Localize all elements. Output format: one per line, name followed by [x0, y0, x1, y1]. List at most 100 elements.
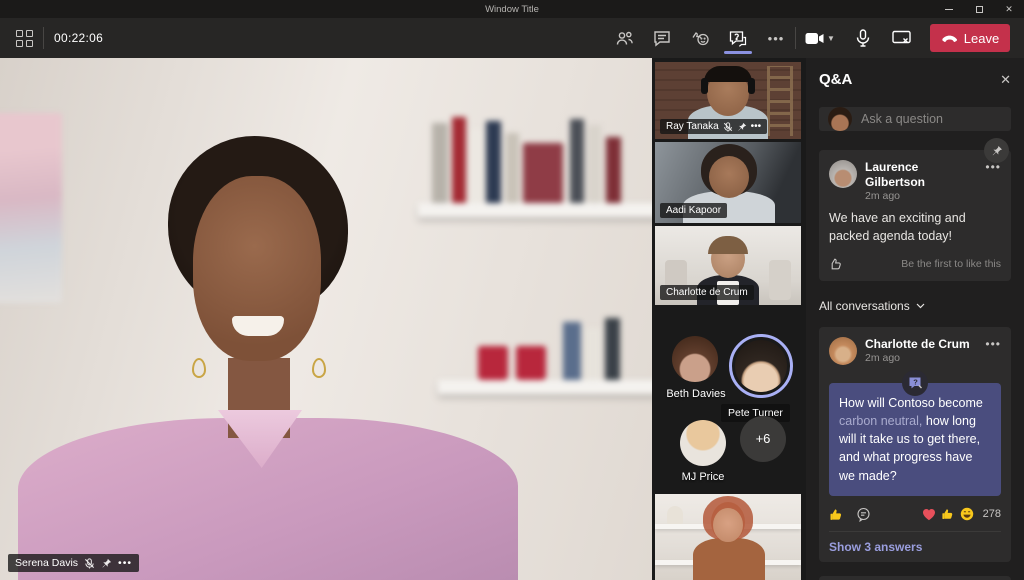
- reaction-summary[interactable]: 278: [922, 507, 1001, 521]
- question-text-box: ? How will Contoso become carbon neutral…: [829, 383, 1001, 496]
- reactions-button[interactable]: [681, 21, 719, 55]
- participant-name: Ray Tanaka: [666, 121, 719, 132]
- like-button[interactable]: [829, 257, 843, 271]
- comment-icon: [856, 507, 871, 522]
- avatar: [829, 337, 857, 365]
- avatar[interactable]: [672, 336, 718, 382]
- question-text-highlight: carbon neutral,: [839, 414, 922, 428]
- close-icon: ✕: [1005, 4, 1013, 15]
- reaction-count: 278: [983, 508, 1001, 520]
- participant-name: Beth Davies: [657, 388, 735, 400]
- like-button[interactable]: [829, 507, 844, 522]
- participants-icon: [615, 30, 634, 47]
- laugh-icon: [960, 507, 974, 521]
- camera-button[interactable]: ▼: [796, 21, 844, 55]
- avatar: [828, 107, 852, 131]
- close-panel-button[interactable]: ✕: [1000, 72, 1011, 88]
- comment-button[interactable]: [856, 507, 871, 522]
- toolbar-right: ••• ▼: [605, 21, 1016, 55]
- participant-filmstrip: Ray Tanaka ••• Aadi Kapoor: [655, 58, 801, 580]
- conversations-filter[interactable]: All conversations: [819, 299, 1011, 313]
- qna-button[interactable]: [719, 21, 757, 55]
- close-button[interactable]: ✕: [994, 0, 1024, 18]
- qna-icon: [728, 30, 748, 47]
- pin-icon: [991, 145, 1003, 157]
- maximize-button[interactable]: [964, 0, 994, 18]
- avatar-speaking[interactable]: [729, 334, 793, 398]
- tile-label-aadi: Aadi Kapoor: [660, 203, 727, 218]
- more-icon[interactable]: •••: [751, 121, 762, 132]
- thumbs-up-icon: [829, 507, 844, 522]
- more-options-button[interactable]: •••: [757, 21, 795, 55]
- tile-label-ray: Ray Tanaka •••: [660, 119, 767, 134]
- heart-icon: [922, 508, 936, 521]
- title-bar: Window Title ✕: [0, 0, 1024, 18]
- meeting-stage: Serena Davis ••• Ray Tanaka: [0, 58, 1024, 580]
- minimize-button[interactable]: [934, 0, 964, 18]
- question-badge: ?: [902, 370, 928, 396]
- qna-header: Q&A ✕: [819, 71, 1011, 88]
- pin-icon: [737, 122, 747, 132]
- mic-icon: [856, 29, 870, 47]
- question-bubble-icon: ?: [908, 376, 923, 390]
- post-author: Charlotte de Crum: [865, 337, 970, 352]
- video-tile-bottom[interactable]: [655, 494, 801, 580]
- chat-icon: [653, 30, 671, 47]
- reactions-icon: [690, 30, 711, 47]
- like-hint-text: Be the first to like this: [901, 258, 1001, 270]
- share-screen-button[interactable]: [882, 21, 920, 55]
- main-speaker-label: Serena Davis •••: [8, 554, 139, 572]
- pinned-post-card: Laurence Gilbertson 2m ago ••• We have a…: [819, 150, 1011, 281]
- divider: [829, 531, 1001, 532]
- qna-panel: Q&A ✕ Laurence Gilbertson 2m: [806, 58, 1024, 580]
- pin-icon: [101, 558, 112, 569]
- overflow-participants-badge[interactable]: +6: [740, 416, 786, 462]
- close-icon: ✕: [1000, 72, 1011, 87]
- leave-button[interactable]: Leave: [930, 24, 1010, 52]
- question-post-card: Charlotte de Crum 2m ago ••• ? How will …: [819, 327, 1011, 562]
- post-time: 2m ago: [865, 352, 970, 364]
- thumbs-up-outline-icon: [829, 257, 843, 271]
- minimize-icon: [945, 9, 953, 10]
- video-tile-ray-tanaka[interactable]: Ray Tanaka •••: [655, 62, 801, 139]
- hangup-icon: [941, 34, 958, 42]
- participant-name: Charlotte de Crum: [666, 287, 748, 298]
- window-title: Window Title: [0, 4, 1024, 15]
- ask-question-input[interactable]: [861, 112, 1022, 126]
- avatar[interactable]: [680, 420, 726, 466]
- participant-name: Aadi Kapoor: [666, 205, 721, 216]
- camera-icon: [805, 32, 824, 45]
- gallery-view-icon[interactable]: [16, 30, 33, 47]
- ask-question-box[interactable]: [819, 107, 1011, 131]
- avatar: [829, 160, 857, 188]
- video-tile-charlotte-de-crum[interactable]: Charlotte de Crum: [655, 226, 801, 305]
- pinned-badge: [984, 138, 1009, 163]
- post-author: Laurence Gilbertson: [865, 160, 977, 190]
- question-text-before: How will Contoso become: [839, 396, 983, 410]
- show-answers-link[interactable]: Show 3 answers: [829, 540, 1001, 554]
- chevron-down-icon: [916, 303, 925, 309]
- mic-button[interactable]: [844, 21, 882, 55]
- post-more-button[interactable]: •••: [985, 337, 1001, 365]
- main-video-tile[interactable]: Serena Davis •••: [0, 58, 652, 580]
- post-more-button[interactable]: •••: [985, 160, 1001, 202]
- participants-button[interactable]: [605, 21, 643, 55]
- share-screen-icon: [892, 30, 911, 46]
- chat-button[interactable]: [643, 21, 681, 55]
- participant-name: MJ Price: [663, 471, 743, 483]
- video-tile-aadi-kapoor[interactable]: Aadi Kapoor: [655, 142, 801, 222]
- more-icon[interactable]: •••: [118, 557, 132, 569]
- maximize-icon: [976, 6, 983, 13]
- overflow-count: +6: [756, 431, 771, 446]
- window-controls: ✕: [934, 0, 1024, 18]
- audio-participants: Beth Davies Pete Turner MJ Price +6: [655, 308, 801, 491]
- filter-label: All conversations: [819, 299, 910, 313]
- thumbs-up-icon: [941, 507, 955, 521]
- speaker-name: Serena Davis: [15, 557, 78, 569]
- meeting-toolbar: 00:22:06: [0, 18, 1024, 58]
- main-speaker-video: [0, 58, 652, 580]
- post-time: 2m ago: [865, 190, 977, 202]
- qna-panel-title: Q&A: [819, 71, 852, 88]
- meeting-timer: 00:22:06: [54, 31, 103, 45]
- toolbar-left: 00:22:06: [8, 27, 103, 49]
